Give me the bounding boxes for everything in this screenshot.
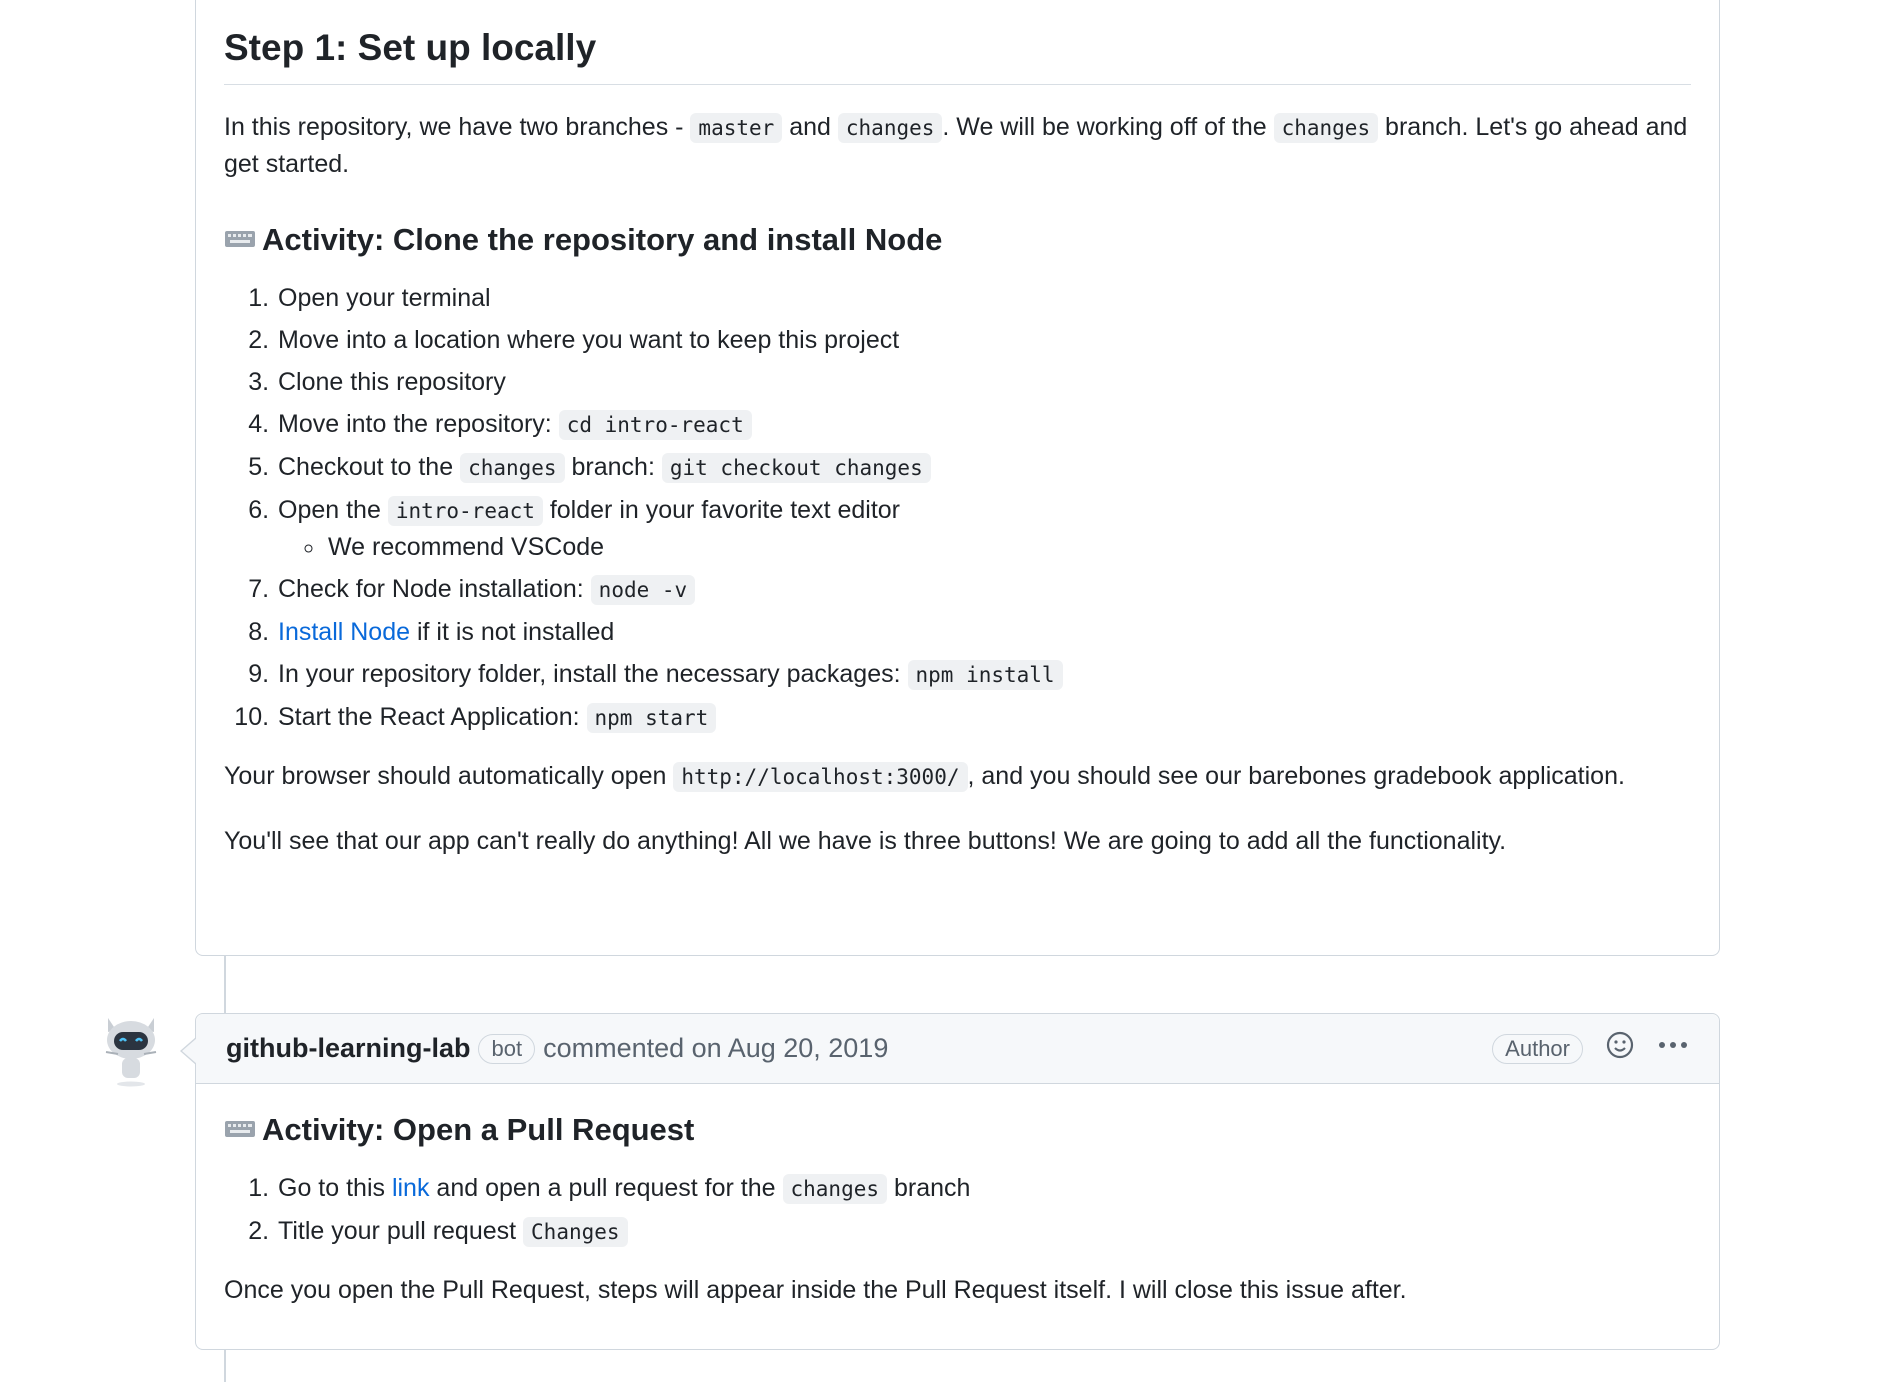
list-item: Install Node if it is not installed (276, 614, 1691, 650)
list-item: Open your terminal (276, 280, 1691, 316)
bot-avatar[interactable] (98, 1010, 164, 1088)
intro-paragraph: In this repository, we have two branches… (224, 113, 1688, 178)
inline-code: intro-react (387, 496, 543, 526)
markdown-body: Step 1: Set up locally In this repositor… (196, 0, 1719, 859)
list-item: Open the intro-react folder in your favo… (276, 492, 1691, 565)
inline-code: changes (460, 453, 565, 483)
list-item: Checkout to the changes branch: git chec… (276, 449, 1691, 486)
inline-code: npm start (586, 703, 717, 733)
list-item: Check for Node installation: node -v (276, 571, 1691, 608)
timeline-line (224, 1350, 226, 1382)
pr-steps-list: Go to this link and open a pull request … (224, 1170, 1691, 1250)
author-badge: Author (1492, 1033, 1583, 1064)
kebab-horizontal-icon (1659, 1042, 1687, 1048)
keyboard-icon (224, 1110, 256, 1150)
list-item: Move into the repository: cd intro-react (276, 406, 1691, 443)
activity-heading: Activity: Open a Pull Request (224, 1110, 1691, 1150)
comment-timestamp[interactable]: commented on Aug 20, 2019 (543, 1033, 888, 1064)
sub-list: We recommend VSCode (278, 529, 1691, 565)
bot-badge: bot (478, 1033, 536, 1064)
inline-code: changes (837, 113, 943, 143)
issue-body-card: Step 1: Set up locally In this repositor… (195, 0, 1720, 956)
list-item: Go to this link and open a pull request … (276, 1170, 1691, 1207)
inline-code: http://localhost:3000/ (673, 762, 968, 792)
inline-code: changes (1273, 113, 1379, 143)
keyboard-icon (224, 220, 256, 260)
comment-body: Activity: Open a Pull Request Go to this… (196, 1110, 1719, 1308)
pull-request-link[interactable]: link (392, 1174, 430, 1202)
comment-outro: Once you open the Pull Request, steps wi… (224, 1276, 1407, 1304)
inline-code: git checkout changes (661, 453, 931, 483)
add-reaction-button[interactable] (1605, 1030, 1635, 1067)
comment-author-link[interactable]: github-learning-lab (226, 1033, 470, 1064)
inline-code: node -v (590, 575, 696, 605)
comment-card: github-learning-lab bot commented on Aug… (180, 1013, 1720, 1350)
inline-code: npm install (907, 660, 1063, 690)
list-item: Start the React Application: npm start (276, 699, 1691, 736)
smiley-icon (1606, 1031, 1634, 1059)
install-node-link[interactable]: Install Node (278, 618, 410, 646)
outro-paragraph: You'll see that our app can't really do … (224, 827, 1507, 855)
timeline-line (224, 956, 226, 1013)
inline-code: changes (782, 1174, 888, 1204)
activity-steps-list: Open your terminal Move into a location … (224, 280, 1691, 736)
activity-heading: Activity: Clone the repository and insta… (224, 220, 1691, 260)
comment-header: github-learning-lab bot commented on Aug… (196, 1014, 1719, 1084)
more-options-button[interactable] (1657, 1030, 1689, 1067)
inline-code: cd intro-react (558, 410, 752, 440)
comment-caret (182, 1038, 197, 1064)
list-item: Title your pull request Changes (276, 1213, 1691, 1250)
comment-actions: Author (1492, 1030, 1689, 1067)
list-item: In your repository folder, install the n… (276, 656, 1691, 693)
inline-code: master (690, 113, 783, 143)
step-heading: Step 1: Set up locally (224, 0, 1691, 85)
outro-paragraph: Your browser should automatically open h… (224, 762, 1625, 792)
list-item: Move into a location where you want to k… (276, 322, 1691, 358)
sub-list-item: We recommend VSCode (326, 529, 1691, 565)
inline-code: Changes (523, 1217, 628, 1247)
list-item: Clone this repository (276, 364, 1691, 400)
